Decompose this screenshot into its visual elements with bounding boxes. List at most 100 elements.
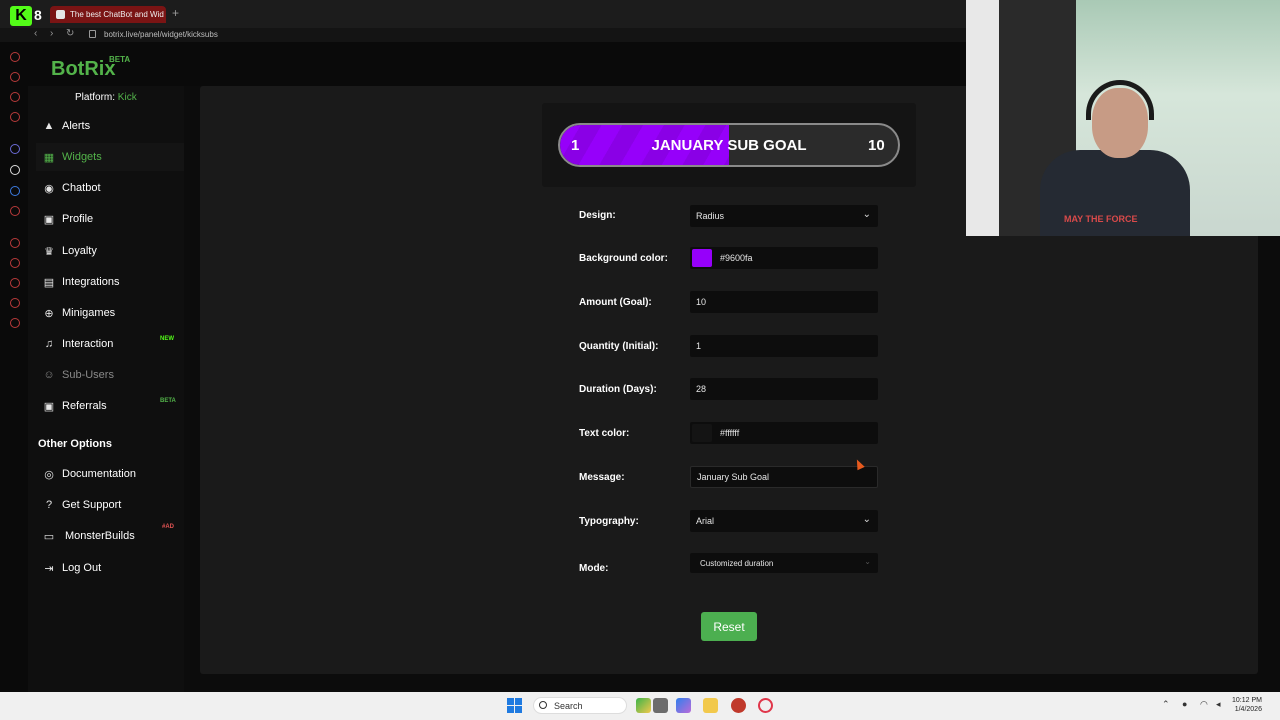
strip-app-icon[interactable] bbox=[10, 52, 20, 62]
taskbar-app-icon[interactable] bbox=[731, 698, 746, 713]
brand-logo[interactable]: BotRix bbox=[51, 58, 115, 81]
sidebar-item-loyalty[interactable]: ♛ Loyalty bbox=[36, 237, 184, 265]
sidebar-item-label: Get Support bbox=[62, 499, 122, 511]
mode-label: Mode: bbox=[579, 563, 609, 574]
beta-badge: BETA bbox=[160, 398, 176, 404]
profile-icon: ▣ bbox=[43, 213, 55, 226]
text-color-swatch[interactable] bbox=[692, 424, 712, 442]
users-icon: ☺ bbox=[43, 369, 55, 381]
background-color-field[interactable]: #9600fa bbox=[690, 247, 878, 269]
shirt-text: MAY THE FORCE bbox=[1064, 214, 1138, 224]
forward-icon[interactable]: › bbox=[50, 28, 53, 39]
background-color-value: #9600fa bbox=[720, 253, 753, 263]
typography-value: Arial bbox=[696, 516, 715, 526]
sidebar-item-log-out[interactable]: ⇥ Log Out bbox=[36, 554, 184, 582]
strip-app-icon[interactable] bbox=[10, 92, 20, 102]
copilot-icon[interactable] bbox=[676, 698, 691, 713]
sidebar-item-label: MonsterBuilds bbox=[65, 530, 135, 542]
clock-time: 10:12 PM bbox=[1232, 697, 1262, 704]
reload-icon[interactable]: ↻ bbox=[66, 28, 74, 39]
message-value: January Sub Goal bbox=[697, 472, 770, 482]
sidebar-item-referrals[interactable]: ▣ Referrals BETA bbox=[36, 392, 184, 420]
sidebar-item-integrations[interactable]: ▤ Integrations bbox=[36, 268, 184, 296]
strip-app-icon[interactable] bbox=[10, 144, 20, 154]
quantity-label: Quantity (Initial): bbox=[579, 341, 659, 352]
new-badge: NEW bbox=[160, 336, 174, 342]
amount-input[interactable]: 10 bbox=[690, 291, 878, 313]
sidebar-item-chatbot[interactable]: ◉ Chatbot bbox=[36, 174, 184, 202]
lock-icon bbox=[89, 30, 96, 38]
wifi-icon[interactable]: ◠ bbox=[1200, 699, 1208, 710]
clock-date: 1/4/2026 bbox=[1234, 706, 1262, 713]
strip-app-icon[interactable] bbox=[10, 238, 20, 248]
platform-indicator: Platform: Kick bbox=[75, 92, 137, 103]
gamepad-icon: ⊕ bbox=[44, 307, 54, 320]
sidebar-item-label: Interaction bbox=[62, 338, 114, 350]
file-explorer-icon[interactable] bbox=[703, 698, 718, 713]
design-select[interactable]: Radius ⌄ bbox=[690, 205, 878, 227]
design-label: Design: bbox=[579, 210, 616, 221]
text-color-field[interactable]: #ffffff bbox=[690, 422, 878, 444]
sidebar-item-label: Log Out bbox=[62, 562, 102, 574]
windows-start-icon[interactable] bbox=[507, 698, 522, 713]
volume-icon[interactable]: ◂ bbox=[1216, 699, 1221, 710]
strip-app-icon[interactable] bbox=[10, 206, 20, 216]
sidebar-item-label: Widgets bbox=[62, 151, 102, 163]
goal-end-value: 10 bbox=[868, 137, 885, 154]
typography-label: Typography: bbox=[579, 516, 639, 527]
sidebar-item-label: Sub-Users bbox=[62, 369, 114, 381]
reset-button[interactable]: Reset bbox=[701, 612, 757, 641]
browser-tab[interactable]: The best ChatBot and Wid bbox=[50, 6, 166, 23]
laptop-icon: ▭ bbox=[43, 530, 55, 543]
sidebar-item-label: Chatbot bbox=[62, 182, 101, 194]
strip-app-icon[interactable] bbox=[10, 298, 20, 308]
sidebar-item-get-support[interactable]: ? Get Support bbox=[36, 491, 184, 519]
strip-app-icon[interactable] bbox=[10, 186, 20, 196]
background-color-swatch[interactable] bbox=[692, 249, 712, 267]
taskbar-clock[interactable]: 10:12 PM 1/4/2026 bbox=[1232, 696, 1262, 714]
url-text[interactable]: botrix.live/panel/widget/kicksubs bbox=[104, 30, 218, 39]
kick-logo-icon[interactable]: K bbox=[10, 6, 32, 26]
taskbar-app-icon[interactable] bbox=[653, 698, 668, 713]
sidebar-item-minigames[interactable]: ⊕ Minigames bbox=[36, 299, 184, 327]
goal-title: JANUARY SUB GOAL bbox=[651, 137, 807, 154]
help-icon: ? bbox=[45, 499, 53, 511]
robot-icon: ◉ bbox=[44, 182, 54, 195]
sidebar-item-alerts[interactable]: ▲ Alerts bbox=[36, 112, 184, 140]
search-icon bbox=[539, 701, 547, 709]
background-color-label: Background color: bbox=[579, 253, 668, 264]
widgets-app-icon[interactable] bbox=[636, 698, 651, 713]
brand-beta-badge: BETA bbox=[109, 55, 131, 64]
sidebar-item-widgets[interactable]: ▦ Widgets bbox=[36, 143, 184, 171]
opera-icon[interactable] bbox=[758, 698, 773, 713]
taskbar-search[interactable]: Search bbox=[533, 697, 627, 714]
strip-app-icon[interactable] bbox=[10, 72, 20, 82]
strip-app-icon[interactable] bbox=[10, 278, 20, 288]
mode-select[interactable]: Customized duration ⌄ bbox=[690, 553, 878, 573]
alert-icon: ▲ bbox=[43, 120, 55, 132]
browser-side-strip bbox=[0, 42, 28, 692]
strip-app-icon[interactable] bbox=[10, 318, 20, 328]
sidebar-item-label: Loyalty bbox=[62, 245, 97, 257]
sidebar-item-interaction[interactable]: ♫ Interaction NEW bbox=[36, 330, 184, 358]
quantity-input[interactable]: 1 bbox=[690, 335, 878, 357]
integrations-icon: ▤ bbox=[43, 276, 55, 289]
typography-select[interactable]: Arial ⌄ bbox=[690, 510, 878, 532]
microphone-icon[interactable]: ● bbox=[1182, 699, 1187, 709]
back-icon[interactable]: ‹ bbox=[34, 28, 37, 39]
amount-value: 10 bbox=[696, 297, 707, 307]
new-tab-icon[interactable]: + bbox=[172, 6, 179, 20]
duration-input[interactable]: 28 bbox=[690, 378, 878, 400]
design-value: Radius bbox=[696, 211, 725, 221]
sidebar-item-monsterbuilds[interactable]: ▭ MonsterBuilds #AD bbox=[36, 522, 184, 550]
app-header bbox=[28, 42, 966, 86]
strip-app-icon[interactable] bbox=[10, 112, 20, 122]
message-input[interactable]: January Sub Goal bbox=[690, 466, 878, 488]
sidebar-item-sub-users[interactable]: ☺ Sub-Users bbox=[36, 361, 184, 389]
tray-chevron-icon[interactable]: ⌃ bbox=[1162, 699, 1170, 710]
ad-badge: #AD bbox=[162, 524, 175, 530]
sidebar-item-profile[interactable]: ▣ Profile bbox=[36, 205, 184, 233]
strip-app-icon[interactable] bbox=[10, 258, 20, 268]
sidebar-item-documentation[interactable]: ◎ Documentation bbox=[36, 460, 184, 488]
strip-x-icon[interactable] bbox=[10, 165, 20, 175]
